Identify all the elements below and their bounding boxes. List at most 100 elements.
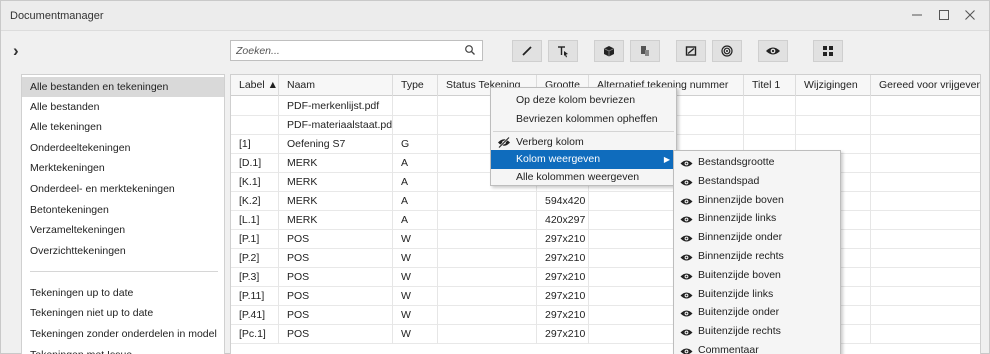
column-header-type[interactable]: Type [393,75,438,96]
table-cell [871,305,980,325]
table-cell: W [393,267,438,287]
table-row[interactable]: [P.41] POS W 297x210 [231,305,980,325]
search-icon[interactable] [464,44,476,56]
menu-item-show-column[interactable]: Kolom weergeven ▶ [491,150,676,169]
menu-item-freeze-column[interactable]: Op deze kolom bevriezen [491,91,676,110]
table-cell [231,115,279,135]
sidebar-item-all-files[interactable]: Alle bestanden [22,97,224,117]
eye-icon[interactable] [758,40,788,62]
sidebar-item-assembly-drawings[interactable]: Merktekeningen [22,158,224,178]
table-cell [871,229,980,249]
submenu-item[interactable]: Bestandspad [674,172,840,191]
sidebar: Alle bestanden en tekeningen Alle bestan… [21,74,225,354]
sidebar-item-part-drawings[interactable]: Onderdeeltekeningen [22,138,224,158]
submenu-item[interactable]: Binnenzijde onder [674,228,840,247]
table-cell [796,96,871,116]
submenu-item[interactable]: Buitenzijde links [674,285,840,304]
table-cell: 297x210 [537,305,589,325]
column-header-changes[interactable]: Wijzigingen [796,75,871,96]
table-cell: PDF-merkenlijst.pdf [279,96,393,116]
table-cell [871,191,980,211]
table-cell [796,115,871,135]
sidebar-item-all-drawings[interactable]: Alle tekeningen [22,117,224,137]
table-cell [438,248,537,268]
column-header-release-ready[interactable]: Gereed voor vrijgeven [871,75,980,96]
expand-panel-icon[interactable]: › [13,41,19,61]
table-cell [744,96,796,116]
table-cell [744,115,796,135]
sidebar-item-overview-drawings[interactable]: Overzichttekeningen [22,241,224,261]
table-cell: W [393,248,438,268]
document-manager-window: Documentmanager › Alle bestan [0,0,990,354]
submenu-item[interactable]: Buitenzijde onder [674,303,840,322]
table-cell: POS [279,267,393,287]
table-cell: 297x210 [537,286,589,306]
document-stack-icon[interactable] [630,40,660,62]
table-row[interactable]: [L.1] MERK A 420x297 [231,210,980,230]
table-cell [871,248,980,268]
table-row[interactable]: [P.3] POS W 297x210 [231,267,980,287]
drawing-frame-icon[interactable] [676,40,706,62]
submenu-item[interactable]: Buitenzijde boven [674,266,840,285]
sidebar-item-concrete-drawings[interactable]: Betontekeningen [22,200,224,220]
eye-icon [680,179,693,186]
table-cell: Oefening S7 [279,134,393,154]
table-cell: [1] [231,134,279,154]
search-input[interactable] [231,41,451,60]
table-cell [438,210,537,230]
pencil-icon[interactable] [512,40,542,62]
cube-icon[interactable] [594,40,624,62]
table-cell: [P.1] [231,229,279,249]
table-row[interactable]: [K.2] MERK A 594x420 [231,191,980,211]
sidebar-item-with-issue[interactable]: Tekeningen met Issue [22,345,224,354]
submenu-item[interactable]: Buitenzijde rechts [674,322,840,341]
sidebar-item-all-files-drawings[interactable]: Alle bestanden en tekeningen [22,77,224,97]
submenu-item[interactable]: Bestandsgrootte [674,153,840,172]
title-bar: Documentmanager [1,1,989,31]
close-icon[interactable] [959,5,981,27]
table-cell: [K.1] [231,172,279,192]
table-row[interactable]: [P.11] POS W 297x210 [231,286,980,306]
menu-item-show-all-columns[interactable]: Alle kolommen weergeven [491,168,676,187]
table-cell [871,96,980,116]
table-cell: 297x210 [537,324,589,344]
sidebar-item-collection-drawings[interactable]: Verzameltekeningen [22,220,224,240]
sidebar-item-part-assembly-drawings[interactable]: Onderdeel- en merktekeningen [22,179,224,199]
table-cell: [Pc.1] [231,324,279,344]
search-box [230,40,483,61]
submenu-item[interactable]: Commentaar [674,341,840,354]
table-cell: G [393,134,438,154]
submenu-item[interactable]: Binnenzijde rechts [674,247,840,266]
table-cell: A [393,172,438,192]
sidebar-item-without-parts[interactable]: Tekeningen zonder onderdelen in model [22,324,224,344]
table-cell: [P.2] [231,248,279,268]
submenu-item-label: Binnenzijde links [698,212,777,225]
sidebar-item-not-up-to-date[interactable]: Tekeningen niet up to date [22,303,224,323]
sidebar-item-up-to-date[interactable]: Tekeningen up to date [22,283,224,303]
submenu-item[interactable]: Binnenzijde links [674,209,840,228]
menu-item-show-column-label: Kolom weergeven [516,153,601,165]
grid-icon[interactable] [813,40,843,62]
table-row[interactable]: [Pc.1] POS W 297x210 [231,324,980,344]
table-cell [231,96,279,116]
table-cell [871,172,980,192]
maximize-icon[interactable] [933,5,955,27]
cursor-pointer-icon[interactable] [548,40,578,62]
submenu-item[interactable]: Binnenzijde boven [674,191,840,210]
table-cell [438,286,537,306]
column-header-name[interactable]: Naam [279,75,393,96]
table-row[interactable]: [P.1] POS W 297x210 [231,229,980,249]
menu-item-unfreeze-columns[interactable]: Bevriezen kolommen opheffen [491,110,676,129]
minimize-icon[interactable] [906,5,928,27]
table-row[interactable]: [P.2] POS W 297x210 [231,248,980,268]
column-header-label[interactable]: Label ▲ [231,75,279,96]
submenu-item-label: Bestandsgrootte [698,156,775,168]
column-header-title1[interactable]: Titel 1 [744,75,796,96]
eye-icon [680,310,693,317]
eye-icon [680,292,693,299]
table-cell: 594x420 [537,191,589,211]
table-cell: MERK [279,210,393,230]
target-icon[interactable] [712,40,742,62]
table-cell: POS [279,229,393,249]
eye-icon [680,273,693,280]
